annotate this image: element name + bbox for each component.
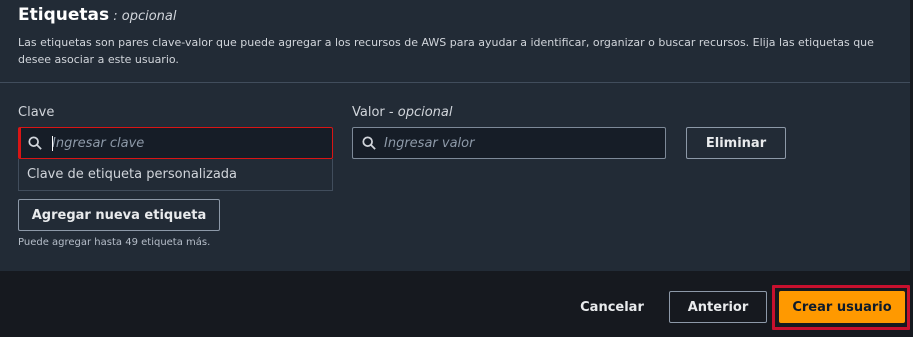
value-label: Valor - opcional xyxy=(352,105,453,120)
previous-button[interactable]: Anterior xyxy=(669,291,767,323)
key-suggestion-option[interactable]: Clave de etiqueta personalizada xyxy=(18,159,333,191)
search-icon xyxy=(362,136,376,150)
tags-panel-header: Etiquetas : opcional Las etiquetas son p… xyxy=(0,0,910,83)
remove-tag-button[interactable]: Eliminar xyxy=(686,127,786,159)
key-label: Clave xyxy=(18,105,55,120)
text-caret xyxy=(52,136,53,151)
value-input-wrapper[interactable] xyxy=(352,127,666,159)
title-optional: opcional xyxy=(121,9,177,24)
section-description: Las etiquetas son pares clave-valor que … xyxy=(18,36,874,66)
section-title: Etiquetas : opcional xyxy=(18,5,177,25)
add-tag-button[interactable]: Agregar nueva etiqueta xyxy=(18,199,220,231)
tags-panel: Etiquetas : opcional Las etiquetas son p… xyxy=(0,0,910,271)
value-input[interactable] xyxy=(384,134,644,152)
key-input[interactable] xyxy=(52,134,312,152)
cancel-button[interactable]: Cancelar xyxy=(572,292,652,322)
key-input-wrapper[interactable] xyxy=(18,127,333,159)
add-tag-hint: Puede agregar hasta 49 etiqueta más. xyxy=(18,237,211,248)
search-icon xyxy=(28,136,42,150)
create-user-button[interactable]: Crear usuario xyxy=(779,291,905,323)
title-suffix: : xyxy=(109,9,122,24)
